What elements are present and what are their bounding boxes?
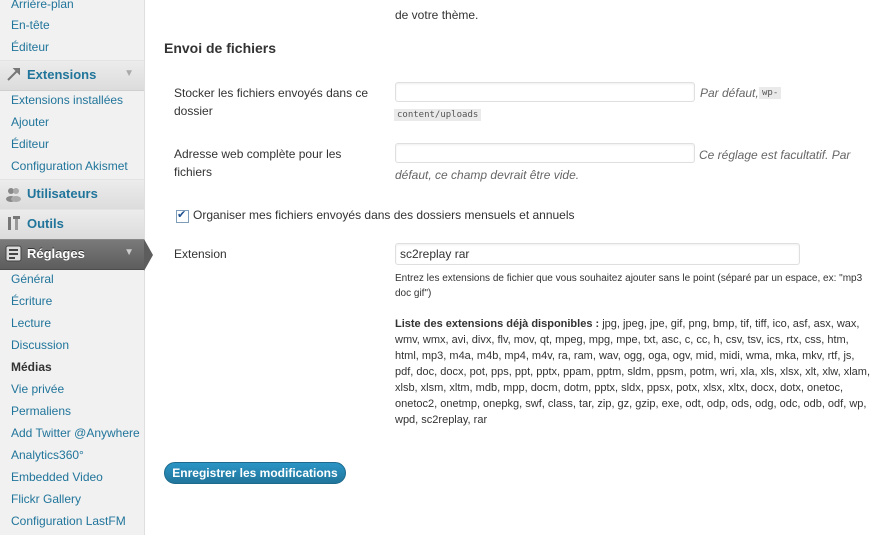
sidebar-section-label: Outils: [27, 216, 64, 231]
sidebar-item-writing[interactable]: Écriture: [11, 294, 52, 308]
chevron-down-icon[interactable]: ▼: [124, 247, 134, 258]
sidebar-section-users[interactable]: Utilisateurs: [0, 179, 144, 210]
sidebar-item-installed-plugins[interactable]: Extensions installées: [11, 93, 123, 107]
organize-checkbox[interactable]: [176, 208, 189, 223]
upload-path-input[interactable]: [395, 82, 695, 102]
sidebar-item-add-plugin[interactable]: Ajouter: [11, 115, 49, 129]
chevron-down-icon[interactable]: ▼: [124, 68, 134, 79]
sidebar-item-permalinks[interactable]: Permaliens: [11, 404, 71, 418]
sidebar-section-label: Utilisateurs: [27, 186, 98, 201]
plugin-icon: [7, 68, 20, 81]
sidebar-item-media[interactable]: Médias: [11, 360, 52, 374]
sidebar-item-header[interactable]: En-tête: [11, 18, 50, 32]
sidebar-section-label: Réglages: [27, 246, 85, 261]
upload-path-default-code-2: content/uploads: [394, 109, 482, 121]
sidebar-item-flickr-gallery[interactable]: Flickr Gallery: [11, 492, 81, 506]
admin-sidebar: Arrière-plan En-tête Éditeur Extensions …: [0, 0, 145, 535]
sidebar-item-background[interactable]: Arrière-plan: [11, 0, 74, 11]
save-button[interactable]: Enregistrer les modifications: [164, 462, 346, 484]
extension-label: Extension: [174, 247, 227, 261]
upload-url-desc: Ce réglage est facultatif. Par défaut, c…: [395, 148, 851, 182]
sidebar-section-settings[interactable]: Réglages ▼: [0, 239, 144, 270]
sidebar-item-lastfm[interactable]: Configuration LastFM: [11, 514, 126, 528]
extension-help: Entrez les extensions de fichier que vou…: [395, 273, 863, 299]
upload-path-label: Stocker les fichiers envoyés dans ce dos…: [174, 86, 369, 118]
sidebar-item-general[interactable]: Général: [11, 272, 54, 286]
sidebar-section-label: Extensions: [27, 67, 97, 82]
sidebar-item-privacy[interactable]: Vie privée: [11, 382, 64, 396]
extension-list-values: jpg, jpeg, jpe, gif, png, bmp, tif, tiff…: [395, 318, 871, 426]
sidebar-section-tools[interactable]: Outils: [0, 209, 144, 240]
settings-form: de votre thème. Envoi de fichiers Stocke…: [145, 0, 889, 535]
extension-input[interactable]: [395, 243, 800, 265]
sidebar-item-twitter-anywhere[interactable]: Add Twitter @Anywhere: [11, 426, 140, 440]
upload-path-default-code-1: wp-: [759, 87, 782, 99]
users-icon: [6, 188, 21, 202]
organize-label[interactable]: Organiser mes fichiers envoyés dans des …: [193, 206, 575, 224]
sidebar-item-embedded-video[interactable]: Embedded Video: [11, 470, 103, 484]
extension-list: Liste des extensions déjà disponibles : …: [395, 316, 873, 428]
sidebar-item-plugin-editor[interactable]: Éditeur: [11, 137, 49, 151]
sidebar-item-discussion[interactable]: Discussion: [11, 338, 69, 352]
upload-path-desc: Par défaut,: [700, 86, 759, 100]
sidebar-section-extensions[interactable]: Extensions ▼: [0, 60, 144, 91]
sidebar-item-theme-editor[interactable]: Éditeur: [11, 40, 49, 54]
extension-list-title: Liste des extensions déjà disponibles :: [395, 318, 600, 330]
tools-icon: [8, 216, 20, 230]
sidebar-item-analytics360[interactable]: Analytics360°: [11, 448, 84, 462]
sidebar-item-reading[interactable]: Lecture: [11, 316, 51, 330]
sidebar-item-akismet[interactable]: Configuration Akismet: [11, 159, 128, 173]
section-title: Envoi de fichiers: [164, 40, 277, 56]
settings-icon: [5, 245, 22, 262]
theme-desc-fragment: de votre thème.: [395, 8, 479, 22]
upload-url-label: Adresse web complète pour les fichiers: [174, 147, 342, 179]
